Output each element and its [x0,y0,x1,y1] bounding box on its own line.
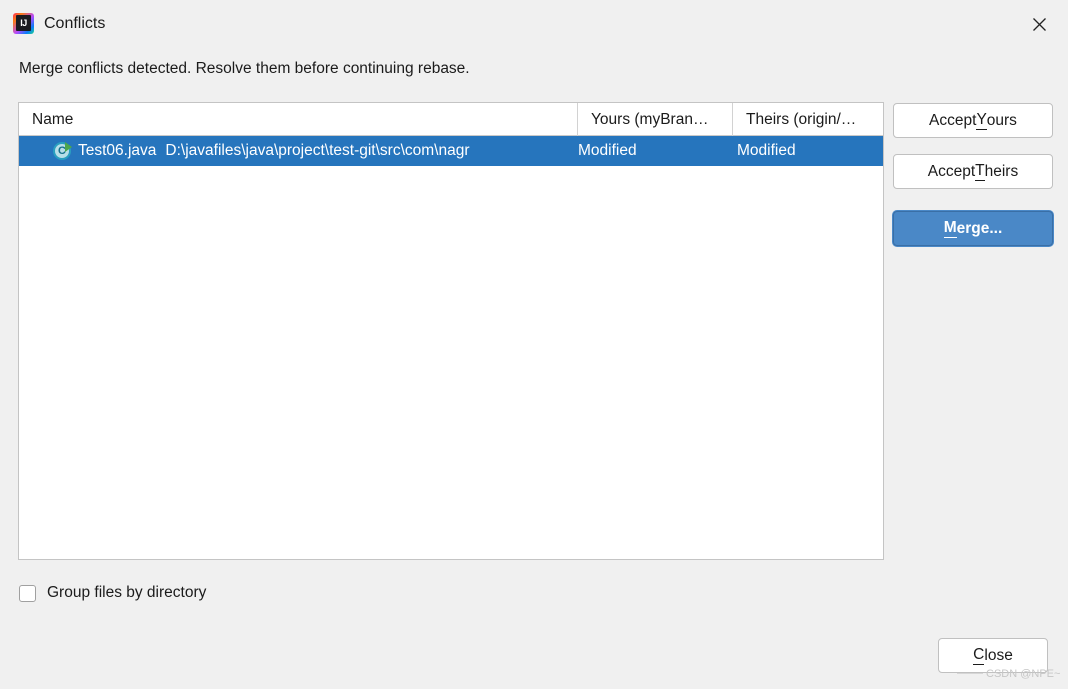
close-icon [1031,16,1048,33]
column-header-theirs[interactable]: Theirs (origin/… [732,103,883,136]
java-class-runnable-icon: C [53,142,72,160]
accept-theirs-label-prefix: Accept [927,162,976,180]
merge-mnemonic: M [943,219,957,238]
column-header-name[interactable]: Name [19,103,577,136]
checkbox-box[interactable] [19,584,36,602]
table-row[interactable]: C Test06.java D:\javafiles\java\project\… [19,136,883,166]
accept-theirs-mnemonic: T [975,162,985,181]
merge-label-suffix: erge... [956,219,1003,237]
close-label-suffix: lose [984,646,1013,664]
watermark-rule [957,673,983,674]
close-mnemonic: C [973,646,985,665]
app-icon-label: IJ [16,15,31,31]
accept-yours-mnemonic: Y [976,111,987,130]
run-arrow-icon [65,142,72,152]
conflict-message: Merge conflicts detected. Resolve them b… [19,60,470,77]
cell-file-name: C Test06.java D:\javafiles\java\project\… [19,136,577,166]
accept-yours-label-prefix: Accept [929,111,977,129]
watermark-label: CSDN @NPE~ [986,668,1061,680]
cell-theirs-status: Modified [737,142,796,159]
merge-button[interactable]: Merge... [893,211,1053,246]
accept-yours-button[interactable]: Accept Yours [893,103,1053,138]
conflicts-table[interactable]: Name Yours (myBran… Theirs (origin/… C T… [18,102,884,560]
accept-yours-label-suffix: ours [986,111,1017,129]
group-files-by-directory-checkbox[interactable]: Group files by directory [19,584,206,602]
file-name-label: Test06.java [78,142,157,159]
column-header-yours[interactable]: Yours (myBran… [577,103,732,136]
close-window-button[interactable] [1024,9,1054,39]
intellij-idea-icon: IJ [13,13,34,34]
title-bar: IJ Conflicts [0,0,1068,47]
table-header-row: Name Yours (myBran… Theirs (origin/… [19,103,883,136]
cell-yours-status: Modified [578,142,637,159]
window-title: Conflicts [44,15,106,32]
file-path-label: D:\javafiles\java\project\test-git\src\c… [165,142,470,159]
group-files-by-directory-label: Group files by directory [47,584,207,601]
accept-theirs-label-suffix: heirs [984,162,1019,180]
table-body: C Test06.java D:\javafiles\java\project\… [19,136,883,166]
accept-theirs-button[interactable]: Accept Theirs [893,154,1053,189]
